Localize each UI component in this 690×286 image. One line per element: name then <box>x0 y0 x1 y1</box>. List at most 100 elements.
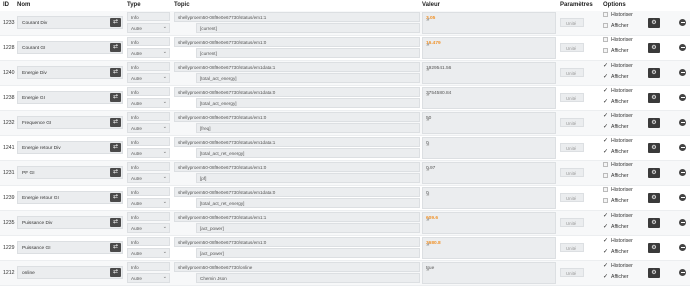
historize-option[interactable]: ✓ Historiser <box>603 137 633 144</box>
minus-circle-icon[interactable] <box>679 244 686 251</box>
subtype-select[interactable]: Autre ⌄ <box>127 123 170 133</box>
resize-grip-icon[interactable]: ◢ <box>426 266 554 282</box>
unit-input[interactable]: Unité <box>560 218 584 227</box>
topic-input[interactable]: shellyproem50-08f9e0e67730/status/em1dat… <box>174 137 420 147</box>
subtype-select[interactable]: Autre ⌄ <box>127 273 170 283</box>
display-checkbox[interactable] <box>603 198 608 204</box>
wrench-icon[interactable]: ⇄ <box>110 268 121 277</box>
topic-input[interactable]: shellyproem50-08f9e0e67730/status/em1:1 <box>174 12 420 22</box>
minus-circle-icon[interactable] <box>679 69 686 76</box>
unit-input[interactable]: Unité <box>560 268 584 277</box>
historize-option[interactable]: Historiser <box>603 162 633 168</box>
resize-grip-icon[interactable]: ◢ <box>426 241 554 257</box>
display-checkbox[interactable] <box>603 173 608 179</box>
json-path-input[interactable]: [total_act_ret_energy] <box>196 198 420 208</box>
json-path-input[interactable]: [act_power] <box>196 223 420 233</box>
subtype-select[interactable]: Autre ⌄ <box>127 23 170 33</box>
display-option[interactable]: ✓ Afficher <box>603 148 629 155</box>
name-input[interactable]: Energie retour GI ⇄ <box>17 191 123 204</box>
wrench-icon[interactable]: ⇄ <box>110 68 121 77</box>
json-path-input[interactable]: [pf] <box>196 173 420 183</box>
gears-icon[interactable]: ⚙ <box>648 218 660 228</box>
unit-input[interactable]: Unité <box>560 93 584 102</box>
json-path-input[interactable]: [total_act_ret_energy] <box>196 148 420 158</box>
display-checkbox[interactable]: ✓ <box>603 273 609 280</box>
historize-checkbox[interactable]: ✓ <box>603 137 609 144</box>
json-path-input[interactable]: Chemin Json <box>196 273 420 283</box>
historize-option[interactable]: ✓ Historiser <box>603 262 633 269</box>
subtype-select[interactable]: Autre ⌄ <box>127 48 170 58</box>
minus-circle-icon[interactable] <box>679 44 686 51</box>
subtype-select[interactable]: Autre ⌄ <box>127 73 170 83</box>
topic-input[interactable]: shellyproem50-08f9e0e67730/status/em1dat… <box>174 62 420 72</box>
value-field[interactable]: 16.479 ◢ <box>422 37 556 59</box>
display-checkbox[interactable]: ✓ <box>603 123 609 130</box>
display-checkbox[interactable]: ✓ <box>603 248 609 255</box>
gears-icon[interactable]: ⚙ <box>648 118 660 128</box>
name-input[interactable]: PF GI ⇄ <box>17 166 123 179</box>
historize-checkbox[interactable] <box>603 37 608 43</box>
subtype-select[interactable]: Autre ⌄ <box>127 173 170 183</box>
display-option[interactable]: Afficher <box>603 198 629 204</box>
name-input[interactable]: Courant Div ⇄ <box>17 16 123 29</box>
historize-checkbox[interactable] <box>603 162 608 168</box>
value-field[interactable]: 1929541.56 ◢ <box>422 62 556 84</box>
gears-icon[interactable]: ⚙ <box>648 193 660 203</box>
gears-icon[interactable]: ⚙ <box>648 18 660 28</box>
wrench-icon[interactable]: ⇄ <box>110 243 121 252</box>
name-input[interactable]: online ⇄ <box>17 266 123 279</box>
wrench-icon[interactable]: ⇄ <box>110 193 121 202</box>
value-field[interactable]: true ◢ <box>422 262 556 284</box>
historize-option[interactable]: ✓ Historiser <box>603 212 633 219</box>
historize-checkbox[interactable] <box>603 187 608 193</box>
topic-input[interactable]: shellyproem50-08f9e0e67730/status/em1dat… <box>174 87 420 97</box>
topic-input[interactable]: shellyproem50-08f9e0e67730/status/em1:0 <box>174 237 420 247</box>
display-checkbox[interactable]: ✓ <box>603 98 609 105</box>
minus-circle-icon[interactable] <box>679 19 686 26</box>
resize-grip-icon[interactable]: ◢ <box>426 216 554 232</box>
resize-grip-icon[interactable]: ◢ <box>426 191 554 207</box>
display-checkbox[interactable]: ✓ <box>603 148 609 155</box>
display-option[interactable]: ✓ Afficher <box>603 223 629 230</box>
historize-option[interactable]: ✓ Historiser <box>603 87 633 94</box>
subtype-select[interactable]: Autre ⌄ <box>127 223 170 233</box>
display-checkbox[interactable] <box>603 48 608 54</box>
gears-icon[interactable]: ⚙ <box>648 243 660 253</box>
display-checkbox[interactable]: ✓ <box>603 73 609 80</box>
historize-option[interactable]: Historiser <box>603 187 633 193</box>
name-input[interactable]: Frequence GI ⇄ <box>17 116 123 129</box>
name-input[interactable]: Puissance GI ⇄ <box>17 241 123 254</box>
json-path-input[interactable]: [freq] <box>196 123 420 133</box>
name-input[interactable]: Puissance Div ⇄ <box>17 216 123 229</box>
value-field[interactable]: 3680.8 ◢ <box>422 237 556 259</box>
value-field[interactable]: 50 ◢ <box>422 112 556 134</box>
json-path-input[interactable]: [act_power] <box>196 248 420 258</box>
name-input[interactable]: Courant GI ⇄ <box>17 41 123 54</box>
historize-option[interactable]: ✓ Historiser <box>603 112 633 119</box>
wrench-icon[interactable]: ⇄ <box>110 43 121 52</box>
name-input[interactable]: Energie retour Div ⇄ <box>17 141 123 154</box>
display-option[interactable]: Afficher <box>603 23 629 29</box>
minus-circle-icon[interactable] <box>679 144 686 151</box>
historize-checkbox[interactable]: ✓ <box>603 62 609 69</box>
historize-checkbox[interactable] <box>603 12 608 18</box>
minus-circle-icon[interactable] <box>679 194 686 201</box>
minus-circle-icon[interactable] <box>679 219 686 226</box>
historize-checkbox[interactable]: ✓ <box>603 262 609 269</box>
minus-circle-icon[interactable] <box>679 119 686 126</box>
historize-checkbox[interactable]: ✓ <box>603 212 609 219</box>
json-path-input[interactable]: [total_act_energy] <box>196 73 420 83</box>
display-checkbox[interactable]: ✓ <box>603 223 609 230</box>
resize-grip-icon[interactable]: ◢ <box>426 16 554 32</box>
value-field[interactable]: 0.97 ◢ <box>422 162 556 184</box>
topic-input[interactable]: shellyproem50-08f9e0e67730/status/em1:1 <box>174 212 420 222</box>
name-input[interactable]: Energie Div ⇄ <box>17 66 123 79</box>
historize-option[interactable]: ✓ Historiser <box>603 237 633 244</box>
historize-option[interactable]: ✓ Historiser <box>603 62 633 69</box>
value-field[interactable]: 3.05 ◢ <box>422 12 556 34</box>
topic-input[interactable]: shellyproem50-08f9e0e67730/status/em1:0 <box>174 162 420 172</box>
wrench-icon[interactable]: ⇄ <box>110 143 121 152</box>
subtype-select[interactable]: Autre ⌄ <box>127 248 170 258</box>
historize-option[interactable]: Historiser <box>603 37 633 43</box>
minus-circle-icon[interactable] <box>679 94 686 101</box>
